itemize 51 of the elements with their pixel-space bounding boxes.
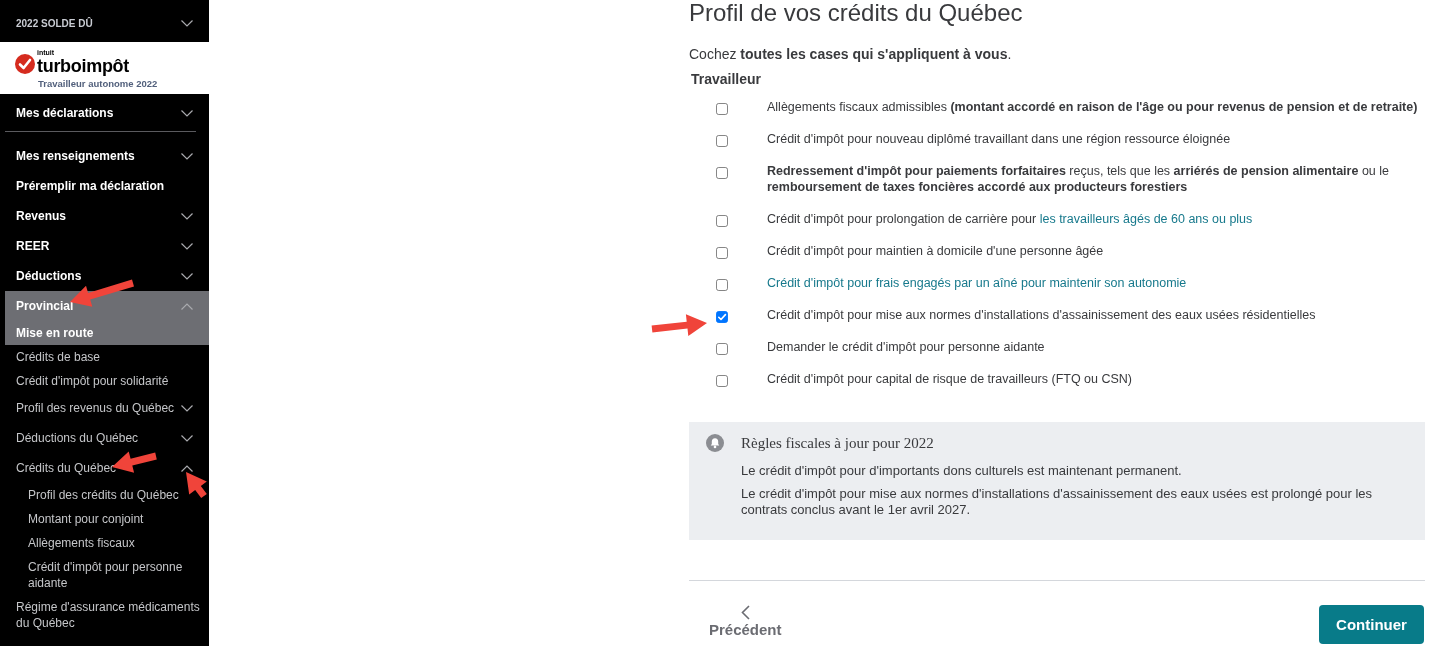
- nav-subitem[interactable]: Allègements fiscaux: [5, 531, 209, 555]
- checkbox-label: Crédit d'impôt pour mise aux normes d'installations d'assainissement des eaux usées résidentielles: [767, 307, 1317, 323]
- annotation-arrow: [651, 314, 707, 337]
- nav-subitem[interactable]: Mise en route: [5, 321, 209, 345]
- notice-text: Le crédit d'impôt pour mise aux normes d'installations d'assainissement des eaux usées est prolongé pour les contrats conclus avant le 1er avril 2027.: [741, 486, 1374, 518]
- checkbox[interactable]: [716, 215, 728, 227]
- bell-icon: [706, 434, 724, 452]
- checkbox-label: Crédit d'impôt pour maintien à domicile d'une personne âgée: [767, 243, 1105, 259]
- checkbox[interactable]: [716, 247, 728, 259]
- nav-item[interactable]: Provincial: [5, 291, 209, 321]
- nav-subitem[interactable]: Montant pour conjoint: [5, 507, 209, 531]
- checkbox-label: Crédit d'impôt pour capital de risque de travailleurs (FTQ ou CSN): [767, 371, 1134, 387]
- annotation-arrow: [186, 472, 207, 499]
- notice-text: Le crédit d'impôt pour d'importants dons culturels est maintenant permanent.: [741, 463, 1183, 479]
- link[interactable]: les travailleurs âgés de 60 ans ou plus: [1039, 212, 1253, 226]
- section-heading: Travailleur: [691, 71, 763, 87]
- checkbox[interactable]: [716, 135, 728, 147]
- nav-item[interactable]: REER: [5, 231, 209, 261]
- checkbox-label: Crédit d'impôt pour nouveau diplômé travaillant dans une région ressource éloignée: [767, 131, 1232, 147]
- nav-subitem[interactable]: Crédits de base: [5, 345, 209, 369]
- product-wordmark: turboimpôt: [37, 57, 129, 75]
- checkbox[interactable]: [716, 103, 728, 115]
- notice-title: Règles fiscales à jour pour 2022: [741, 434, 935, 452]
- checkbox[interactable]: [716, 311, 728, 323]
- nav-item[interactable]: Préremplir ma déclaration: [5, 171, 209, 201]
- checkbox[interactable]: [716, 343, 728, 355]
- nav-subitem[interactable]: Crédit d'impôt pour personne aidante: [5, 555, 209, 595]
- checkbox[interactable]: [716, 167, 728, 179]
- checkbox-label: Allègements fiscaux admissibles (montant accordé en raison de l'âge ou pour revenus de pension et de retraite): [767, 99, 1419, 115]
- checkbox-label: Redressement d'impôt pour paiements forfaitaires reçus, tels que les arriérés de pension alimentaire ou le remboursement de taxes foncières accordé aux producteurs forestiers: [767, 163, 1390, 195]
- continue-button[interactable]: Continuer: [1319, 605, 1424, 644]
- nav-item[interactable]: Revenus: [5, 201, 209, 231]
- back-button[interactable]: Précédent: [709, 605, 782, 638]
- nav-subitem[interactable]: Profil des revenus du Québec: [5, 393, 209, 423]
- checkmark-circle-icon: [15, 54, 35, 74]
- nav-subitem[interactable]: Profil des crédits du Québec: [5, 483, 209, 507]
- nav-subitem[interactable]: Crédit d'impôt pour solidarité: [5, 369, 209, 393]
- checkbox-label: Demander le crédit d'impôt pour personne aidante: [767, 339, 1046, 355]
- instruction-text: Cochez toutes les cases qui s'appliquent à vous.: [689, 46, 1013, 62]
- page-title: Profil de vos crédits du Québec: [689, 0, 1024, 26]
- chevron-left-icon: [740, 605, 750, 620]
- nav-subitem[interactable]: Déductions du Québec: [5, 423, 209, 453]
- checkbox-label: Crédit d'impôt pour prolongation de carrière pour les travailleurs âgés de 60 ans ou plus: [767, 211, 1254, 227]
- balance-toggle[interactable]: 2022 SOLDE DÛ: [0, 0, 209, 42]
- checkbox[interactable]: [716, 375, 728, 387]
- link[interactable]: Crédit d'impôt pour frais engagés par un aîné pour maintenir son autonomie: [767, 276, 1187, 290]
- nav-subitem[interactable]: Régime d'assurance médicaments du Québec: [5, 595, 209, 635]
- edition-label: Travailleur autonome 2022: [38, 78, 159, 89]
- nav-item[interactable]: Mes renseignements: [5, 141, 209, 171]
- nav-item[interactable]: Mes déclarations: [5, 98, 209, 128]
- checkbox[interactable]: [716, 279, 728, 291]
